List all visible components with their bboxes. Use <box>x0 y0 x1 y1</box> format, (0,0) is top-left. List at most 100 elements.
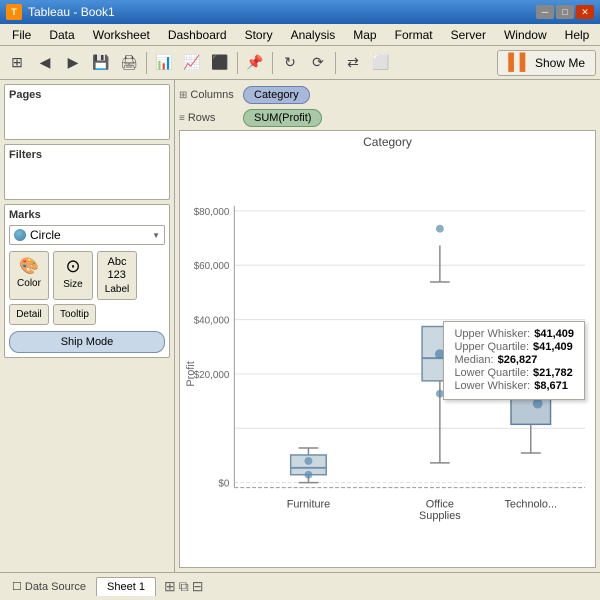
duplicate-sheet-icon[interactable]: ⧉ <box>179 578 189 595</box>
svg-text:Office: Office <box>426 498 454 510</box>
menu-map[interactable]: Map <box>345 26 384 44</box>
sheet1-tab[interactable]: Sheet 1 <box>96 577 156 596</box>
pages-content <box>9 105 165 135</box>
title-bar: T Tableau - Book1 ─ □ ✕ <box>0 0 600 24</box>
columns-pill[interactable]: Category <box>243 86 310 104</box>
toolbar-sep-2 <box>237 52 238 74</box>
toolbar-refresh-btn[interactable]: ↻ <box>277 50 303 76</box>
menu-server[interactable]: Server <box>443 26 494 44</box>
data-source-tab[interactable]: ☐ Data Source <box>6 578 92 595</box>
rows-label: ≡ Rows <box>179 112 239 124</box>
show-me-chart-icon: ▌▌ <box>508 54 531 72</box>
data-source-checkbox[interactable]: ☐ <box>12 580 22 593</box>
filters-title: Filters <box>9 149 165 161</box>
menu-worksheet[interactable]: Worksheet <box>85 26 158 44</box>
upper-quartile-label: Upper Quartile: <box>454 341 529 353</box>
menu-help[interactable]: Help <box>557 26 598 44</box>
toolbar-grid-btn[interactable]: ⊞ <box>4 50 30 76</box>
menu-file[interactable]: File <box>4 26 39 44</box>
lower-whisker-value: $8,671 <box>534 380 568 392</box>
new-sheet-icon[interactable]: ⊞ <box>164 578 176 595</box>
maximize-button[interactable]: □ <box>556 5 574 19</box>
rows-icon: ≡ <box>179 113 185 124</box>
pages-title: Pages <box>9 89 165 101</box>
toolbar: ⊞ ◀ ▶ 💾 🖨 📊 📈 ⬛ 📌 ↻ ⟳ ⇄ ⬜ ▌▌ Show Me <box>0 46 600 80</box>
menu-analysis[interactable]: Analysis <box>283 26 344 44</box>
status-bar: ☐ Data Source Sheet 1 ⊞ ⧉ ⊟ <box>0 572 600 600</box>
toolbar-forward-btn[interactable]: ▶ <box>60 50 86 76</box>
median-value: $26,827 <box>498 354 538 366</box>
svg-text:Furniture: Furniture <box>287 498 330 510</box>
size-label: Size <box>63 279 82 290</box>
toolbar-fit-btn[interactable]: ⬜ <box>368 50 394 76</box>
data-source-label: Data Source <box>25 581 86 593</box>
filters-section: Filters <box>4 144 170 200</box>
svg-text:Technolo...: Technolo... <box>505 498 558 510</box>
lower-quartile-value: $21,782 <box>533 367 573 379</box>
lower-quartile-label: Lower Quartile: <box>454 367 529 379</box>
columns-label: ⊞ Columns <box>179 89 239 101</box>
filters-content <box>9 165 165 195</box>
svg-text:Supplies: Supplies <box>419 510 461 522</box>
toolbar-chart-btn[interactable]: 📊 <box>151 50 177 76</box>
left-panel: Pages Filters Marks Circle ▼ 🎨 Color ⊙ <box>0 80 175 572</box>
svg-text:$0: $0 <box>218 479 229 490</box>
svg-text:$20,000: $20,000 <box>194 370 230 381</box>
menu-story[interactable]: Story <box>237 26 281 44</box>
show-me-button[interactable]: ▌▌ Show Me <box>497 50 596 76</box>
upper-whisker-label: Upper Whisker: <box>454 328 530 340</box>
color-button[interactable]: 🎨 Color <box>9 251 49 300</box>
toolbar-refresh2-btn[interactable]: ⟳ <box>305 50 331 76</box>
menu-format[interactable]: Format <box>387 26 441 44</box>
rows-pill[interactable]: SUM(Profit) <box>243 109 322 127</box>
menu-bar: File Data Worksheet Dashboard Story Anal… <box>0 24 600 46</box>
toolbar-sep-3 <box>272 52 273 74</box>
color-label: Color <box>17 278 41 289</box>
mark-type-dropdown[interactable]: Circle ▼ <box>9 225 165 245</box>
rows-shelf: ≡ Rows SUM(Profit) <box>179 109 596 127</box>
svg-text:$80,000: $80,000 <box>194 207 230 218</box>
menu-window[interactable]: Window <box>496 26 555 44</box>
toolbar-save-btn[interactable]: 💾 <box>88 50 114 76</box>
marks-title: Marks <box>9 209 165 221</box>
tooltip-button[interactable]: Tooltip <box>53 304 96 325</box>
columns-icon: ⊞ <box>179 90 187 101</box>
ship-mode-button[interactable]: Ship Mode <box>9 331 165 353</box>
mark-type-label: Circle <box>30 228 61 242</box>
svg-text:$40,000: $40,000 <box>194 316 230 327</box>
color-icon: 🎨 <box>19 256 39 276</box>
add-dashboard-icon[interactable]: ⊟ <box>192 578 204 595</box>
toolbar-swap-btn[interactable]: ⇄ <box>340 50 366 76</box>
detail-button[interactable]: Detail <box>9 304 49 325</box>
toolbar-bar-btn[interactable]: 📈 <box>179 50 205 76</box>
toolbar-sep-4 <box>335 52 336 74</box>
label-label: Label <box>105 284 129 295</box>
median-label: Median: <box>454 354 493 366</box>
toolbar-print-btn[interactable]: 🖨 <box>116 50 142 76</box>
menu-data[interactable]: Data <box>41 26 82 44</box>
main-area: Pages Filters Marks Circle ▼ 🎨 Color ⊙ <box>0 80 600 572</box>
right-panel: ⊞ Columns Category ≡ Rows SUM(Profit) Ca… <box>175 80 600 572</box>
app-title: Tableau - Book1 <box>28 5 115 19</box>
menu-dashboard[interactable]: Dashboard <box>160 26 235 44</box>
tooltip-label: Tooltip <box>60 309 89 320</box>
toolbar-back-btn[interactable]: ◀ <box>32 50 58 76</box>
pages-section: Pages <box>4 84 170 140</box>
minimize-button[interactable]: ─ <box>536 5 554 19</box>
close-button[interactable]: ✕ <box>576 5 594 19</box>
upper-whisker-value: $41,409 <box>534 328 574 340</box>
label-button[interactable]: Abc123 Label <box>97 251 137 300</box>
toolbar-sep-1 <box>146 52 147 74</box>
chart-title: Category <box>180 131 595 151</box>
detail-label: Detail <box>16 309 42 320</box>
tab-icons: ⊞ ⧉ ⊟ <box>164 578 203 595</box>
size-button[interactable]: ⊙ Size <box>53 251 93 300</box>
toolbar-pin-btn[interactable]: 📌 <box>242 50 268 76</box>
app-icon: T <box>6 4 22 20</box>
show-me-label: Show Me <box>535 56 585 70</box>
toolbar-view-btn[interactable]: ⬛ <box>207 50 233 76</box>
upper-quartile-value: $41,409 <box>533 341 573 353</box>
marks-section: Marks Circle ▼ 🎨 Color ⊙ Size Abc123 Lab… <box>4 204 170 358</box>
svg-text:$60,000: $60,000 <box>194 261 230 272</box>
label-icon: Abc123 <box>108 256 127 282</box>
